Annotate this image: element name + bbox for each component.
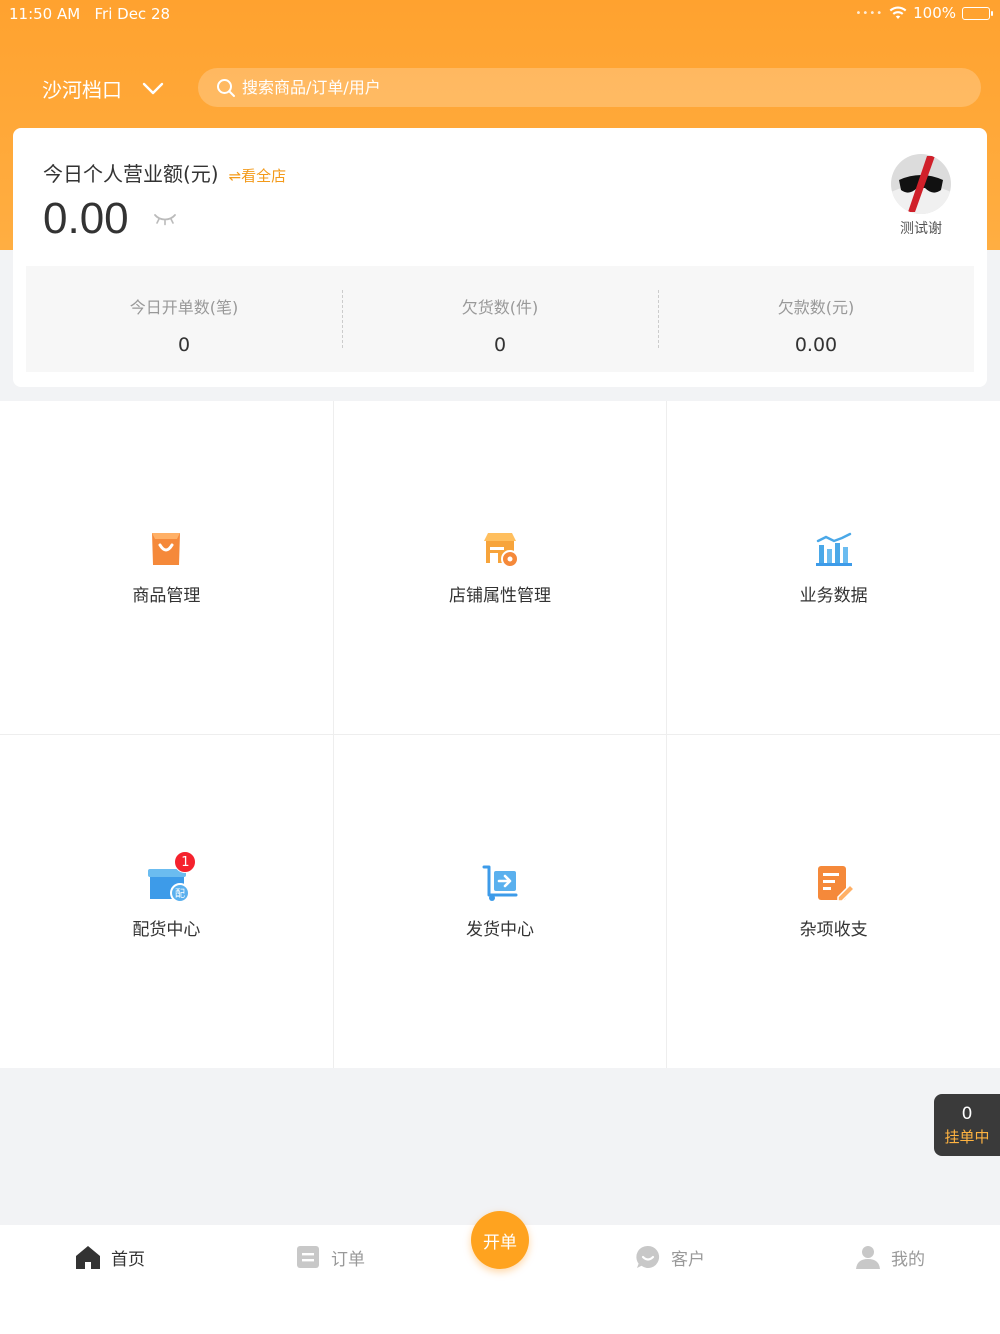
tab-home[interactable]: 首页 bbox=[0, 1225, 220, 1334]
status-time: 11:50 AM bbox=[9, 5, 81, 23]
revenue-amount: 0.00 bbox=[43, 194, 129, 243]
battery-icon bbox=[962, 6, 993, 20]
grid-item-product-management[interactable]: 商品管理 bbox=[0, 401, 333, 734]
tab-orders[interactable]: 订单 bbox=[220, 1225, 440, 1334]
tab-profile[interactable]: 我的 bbox=[780, 1225, 1000, 1334]
search-bar[interactable] bbox=[198, 68, 981, 107]
user-name: 测试谢 bbox=[900, 221, 942, 237]
tab-customers[interactable]: 客户 bbox=[560, 1225, 780, 1334]
grid-item-label: 发货中心 bbox=[465, 920, 534, 940]
store-settings-icon bbox=[483, 533, 519, 568]
bar-chart-icon bbox=[815, 532, 852, 566]
status-date: Fri Dec 28 bbox=[94, 5, 171, 23]
stat-label: 欠款数(元) bbox=[777, 298, 855, 317]
wifi-icon bbox=[889, 6, 907, 19]
pending-label: 挂单中 bbox=[944, 1128, 990, 1146]
grid-item-label: 业务数据 bbox=[799, 586, 868, 606]
home-icon bbox=[76, 1246, 100, 1269]
tab-label: 订单 bbox=[331, 1250, 365, 1270]
stat-label: 今日开单数(笔) bbox=[129, 298, 239, 317]
grid-item-label: 配货中心 bbox=[132, 920, 201, 940]
shipping-cart-icon bbox=[482, 865, 518, 901]
svg-text:配: 配 bbox=[175, 888, 185, 900]
tab-label: 首页 bbox=[111, 1250, 145, 1270]
stat-value: 0.00 bbox=[794, 334, 838, 356]
feature-grid: 商品管理 店铺属性管理 业务数据 配 1 配货中心 发货中心 杂项收支 bbox=[0, 401, 1000, 1068]
customer-icon bbox=[636, 1245, 660, 1268]
pending-orders-button[interactable]: 0 挂单中 bbox=[934, 1094, 1000, 1156]
notification-badge: 1 bbox=[174, 851, 197, 873]
grid-item-label: 商品管理 bbox=[132, 586, 201, 606]
battery-percent: 100% bbox=[913, 4, 956, 22]
eye-closed-icon[interactable] bbox=[153, 212, 177, 226]
summary-card: 今日个人营业额(元) ⇌看全店 0.00 测试谢 今日开单数(笔) 0 欠货数(… bbox=[13, 128, 987, 387]
user-profile[interactable]: 测试谢 bbox=[891, 154, 951, 238]
profile-icon bbox=[856, 1246, 880, 1269]
tab-label: 我的 bbox=[891, 1250, 925, 1270]
signal-dots-icon: •••• bbox=[855, 7, 884, 19]
status-bar: 11:50 AM Fri Dec 28 •••• 100% bbox=[0, 0, 1000, 28]
stat-label: 欠货数(件) bbox=[461, 298, 539, 317]
store-name: 沙河档口 bbox=[42, 78, 122, 102]
stat-owed-payment[interactable]: 欠款数(元) 0.00 bbox=[658, 266, 974, 372]
avatar-image bbox=[891, 154, 951, 214]
grid-item-label: 店铺属性管理 bbox=[448, 586, 551, 606]
grid-item-store-attributes[interactable]: 店铺属性管理 bbox=[333, 401, 667, 734]
stat-owed-goods[interactable]: 欠货数(件) 0 bbox=[342, 266, 658, 372]
view-all-store-link[interactable]: ⇌看全店 bbox=[229, 165, 287, 186]
chevron-down-icon bbox=[142, 82, 164, 94]
search-icon bbox=[217, 78, 235, 97]
grid-item-business-data[interactable]: 业务数据 bbox=[667, 401, 1000, 734]
store-selector[interactable]: 沙河档口 bbox=[42, 74, 164, 103]
order-icon bbox=[297, 1246, 319, 1268]
pending-count: 0 bbox=[961, 1104, 973, 1124]
stat-today-orders[interactable]: 今日开单数(笔) 0 bbox=[26, 266, 342, 372]
create-order-button[interactable]: 开单 bbox=[471, 1211, 529, 1269]
tab-label: 客户 bbox=[671, 1250, 705, 1270]
grid-item-misc-income-expense[interactable]: 杂项收支 bbox=[667, 735, 1000, 1068]
summary-title: 今日个人营业额(元) bbox=[43, 162, 219, 186]
shopping-bag-icon bbox=[152, 533, 181, 565]
edit-note-icon bbox=[817, 866, 855, 902]
search-input[interactable] bbox=[242, 78, 942, 97]
stats-panel: 今日开单数(笔) 0 欠货数(件) 0 欠款数(元) 0.00 bbox=[26, 266, 974, 372]
grid-item-distribution-center[interactable]: 配 1 配货中心 bbox=[0, 735, 333, 1068]
grid-item-label: 杂项收支 bbox=[799, 920, 868, 940]
stat-value: 0 bbox=[177, 334, 191, 356]
stat-value: 0 bbox=[493, 334, 507, 356]
grid-item-shipping-center[interactable]: 发货中心 bbox=[333, 735, 667, 1068]
avatar bbox=[891, 154, 951, 214]
